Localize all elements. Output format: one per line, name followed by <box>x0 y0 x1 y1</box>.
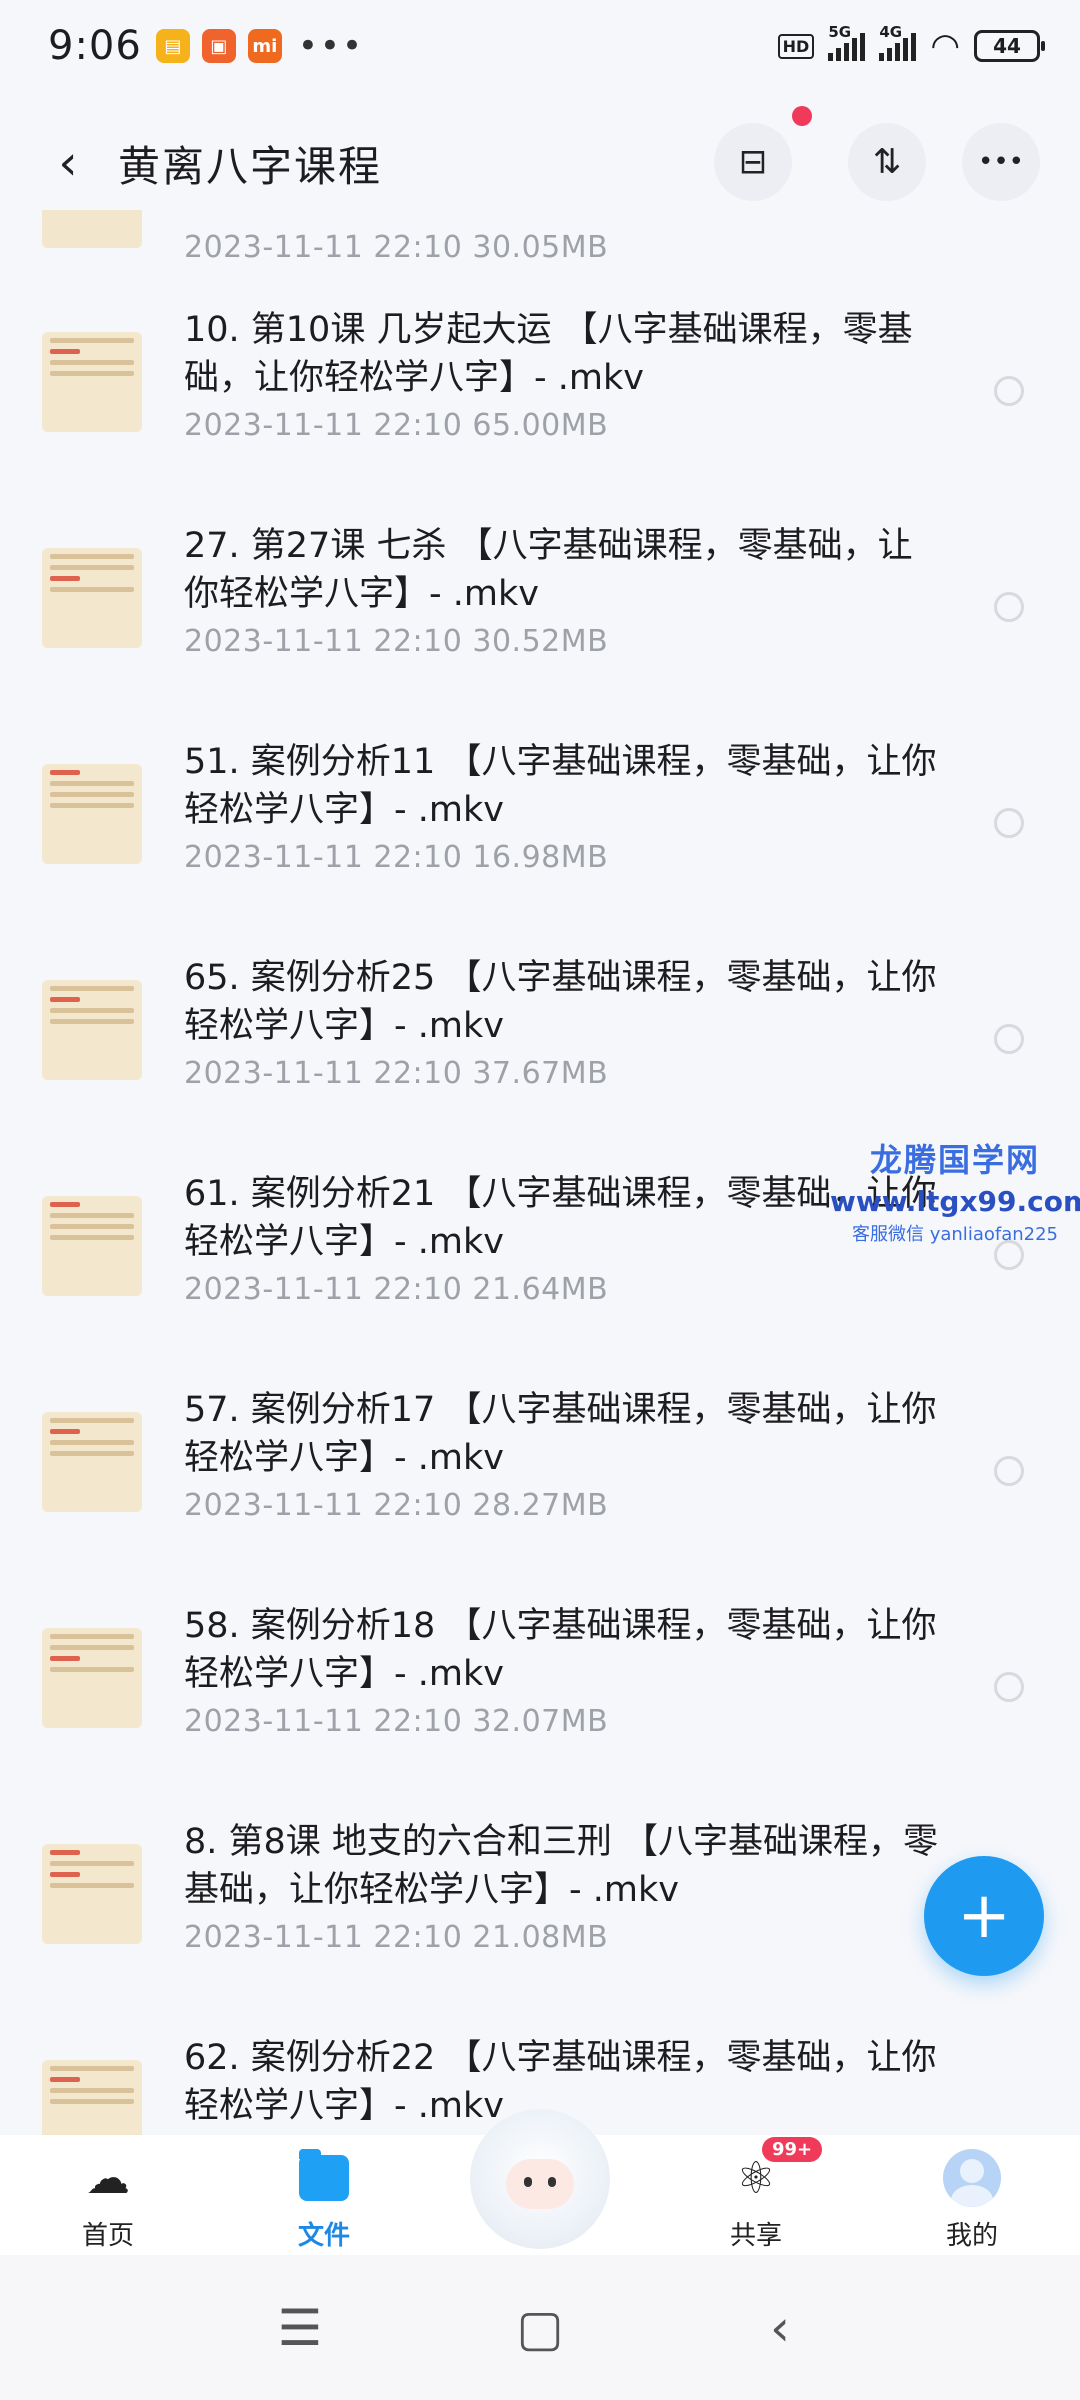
mi-icon: mi <box>247 29 282 63</box>
video-thumbnail <box>42 2060 142 2135</box>
file-name: 57. 案例分析17 【八字基础课程，零基础，让你轻松学八字】- .mkv <box>184 1390 937 1478</box>
select-checkbox[interactable] <box>994 808 1024 838</box>
file-name: 8. 第8课 地支的六合和三刑 【八字基础课程，零基础，让你轻松学八字】- .m… <box>184 1822 939 1910</box>
file-meta: 2023-11-11 22:10 37.67MB <box>184 1056 609 1091</box>
xiaomi-store-icon: ▣ <box>201 29 236 63</box>
nav-share[interactable]: ⚛ 99+ 共享 <box>648 2135 864 2255</box>
more-icon: ••• <box>977 147 1024 177</box>
header: ‹ 黄离八字课程 ⊟ ⇅ ••• <box>0 106 1080 208</box>
folder-icon <box>295 2149 353 2207</box>
wifi-icon: ◠ <box>930 26 960 66</box>
video-thumbnail <box>42 980 142 1080</box>
battery-icon: 44 <box>974 30 1045 62</box>
more-notifications-icon: ••• <box>297 26 364 66</box>
back-nav-button[interactable]: ‹ <box>740 2299 820 2357</box>
archive-button[interactable]: ⊟ <box>714 123 792 201</box>
select-checkbox[interactable] <box>994 1024 1024 1054</box>
file-meta: 2023-11-11 22:10 30.05MB <box>184 230 609 265</box>
list-item[interactable]: 58. 案例分析18 【八字基础课程，零基础，让你轻松学八字】- .mkv 20… <box>0 1576 1080 1792</box>
video-thumbnail <box>42 548 142 648</box>
hd-voice-icon: HD <box>777 33 815 59</box>
video-thumbnail <box>42 1196 142 1296</box>
file-name: 65. 案例分析25 【八字基础课程，零基础，让你轻松学八字】- .mkv <box>184 958 937 1046</box>
select-checkbox[interactable] <box>994 1672 1024 1702</box>
file-list: 2023-11-11 22:10 30.05MB 10. 第10课 几岁起大运 … <box>0 210 1080 2135</box>
nav-me-label: 我的 <box>945 2221 998 2251</box>
file-meta: 2023-11-11 22:10 28.27MB <box>184 1488 609 1523</box>
nav-files-label: 文件 <box>297 2221 350 2251</box>
file-meta: 2023-11-11 22:10 16.98MB <box>184 840 609 875</box>
bottom-nav: ☁ 首页 文件 ⚛ 99+ 共享 我的 <box>0 2109 1080 2255</box>
nav-assistant[interactable] <box>432 2109 648 2255</box>
list-item[interactable]: 61. 案例分析21 【八字基础课程，零基础，让你轻松学八字】- .mkv 20… <box>0 1144 1080 1360</box>
list-item[interactable]: 65. 案例分析25 【八字基础课程，零基础，让你轻松学八字】- .mkv 20… <box>0 928 1080 1144</box>
nav-home-label: 首页 <box>81 2221 134 2251</box>
archive-icon: ⊟ <box>738 142 768 182</box>
system-nav: ☰ ▢ ‹ <box>0 2255 1080 2400</box>
cloud-icon: ☁ <box>86 2152 130 2204</box>
square-icon: ▢ <box>516 2298 564 2357</box>
list-item[interactable]: 2023-11-11 22:10 30.05MB <box>0 210 1080 280</box>
add-button[interactable]: + <box>924 1856 1044 1976</box>
nav-share-label: 共享 <box>729 2221 782 2251</box>
sort-icon: ⇅ <box>872 142 902 182</box>
share-badge: 99+ <box>762 2137 823 2162</box>
back-button[interactable]: ‹ <box>38 133 98 193</box>
status-bar: 9:06 ▤ ▣ mi ••• HD 5G 4G ◠ 44 <box>0 0 1080 92</box>
file-meta: 2023-11-11 22:10 65.00MB <box>184 408 609 443</box>
video-thumbnail <box>42 764 142 864</box>
list-item[interactable]: 10. 第10课 几岁起大运 【八字基础课程，零基础，让你轻松学八字】- .mk… <box>0 280 1080 496</box>
plus-icon: + <box>957 1879 1011 1953</box>
list-item[interactable]: 51. 案例分析11 【八字基础课程，零基础，让你轻松学八字】- .mkv 20… <box>0 712 1080 928</box>
avatar-icon <box>943 2149 1001 2207</box>
file-name: 10. 第10课 几岁起大运 【八字基础课程，零基础，让你轻松学八字】- .mk… <box>184 310 913 398</box>
file-meta: 2023-11-11 22:10 30.52MB <box>184 624 609 659</box>
notification-dot <box>792 106 812 126</box>
list-item[interactable]: 57. 案例分析17 【八字基础课程，零基础，让你轻松学八字】- .mkv 20… <box>0 1360 1080 1576</box>
select-checkbox[interactable] <box>994 1456 1024 1486</box>
video-thumbnail <box>42 332 142 432</box>
select-checkbox[interactable] <box>994 592 1024 622</box>
video-thumbnail <box>42 210 142 248</box>
chevron-left-icon: ‹ <box>770 2298 790 2357</box>
nav-files[interactable]: 文件 <box>216 2135 432 2255</box>
select-checkbox[interactable] <box>994 1240 1024 1270</box>
list-item[interactable]: 27. 第27课 七杀 【八字基础课程，零基础，让你轻松学八字】- .mkv 2… <box>0 496 1080 712</box>
nav-home[interactable]: ☁ 首页 <box>0 2135 216 2255</box>
page-title: 黄离八字课程 <box>118 141 383 191</box>
recent-apps-button[interactable]: ☰ <box>260 2299 340 2357</box>
file-name: 27. 第27课 七杀 【八字基础课程，零基础，让你轻松学八字】- .mkv <box>184 526 913 614</box>
file-meta: 2023-11-11 22:10 21.08MB <box>184 1920 609 1955</box>
file-meta: 2023-11-11 22:10 21.64MB <box>184 1272 609 1307</box>
select-checkbox[interactable] <box>994 376 1024 406</box>
video-thumbnail <box>42 1412 142 1512</box>
menu-icon: ☰ <box>277 2298 323 2357</box>
sort-button[interactable]: ⇅ <box>848 123 926 201</box>
file-name: 61. 案例分析21 【八字基础课程，零基础，让你轻松学八字】- .mkv <box>184 1174 937 1262</box>
signal-4g-icon: 4G <box>879 23 917 61</box>
signal-5g-icon: 5G <box>828 23 866 61</box>
mascot-icon <box>470 2109 610 2249</box>
file-name: 58. 案例分析18 【八字基础课程，零基础，让你轻松学八字】- .mkv <box>184 1606 937 1694</box>
file-name: 51. 案例分析11 【八字基础课程，零基础，让你轻松学八字】- .mkv <box>184 742 937 830</box>
notes-icon: ▤ <box>155 29 190 63</box>
home-button[interactable]: ▢ <box>500 2299 580 2357</box>
clock: 9:06 <box>48 23 142 69</box>
video-thumbnail <box>42 1844 142 1944</box>
nav-me[interactable]: 我的 <box>864 2135 1080 2255</box>
file-meta: 2023-11-11 22:10 32.07MB <box>184 1704 609 1739</box>
list-item[interactable]: 8. 第8课 地支的六合和三刑 【八字基础课程，零基础，让你轻松学八字】- .m… <box>0 1792 1080 2008</box>
chevron-left-icon: ‹ <box>58 135 78 191</box>
more-button[interactable]: ••• <box>962 123 1040 201</box>
video-thumbnail <box>42 1628 142 1728</box>
